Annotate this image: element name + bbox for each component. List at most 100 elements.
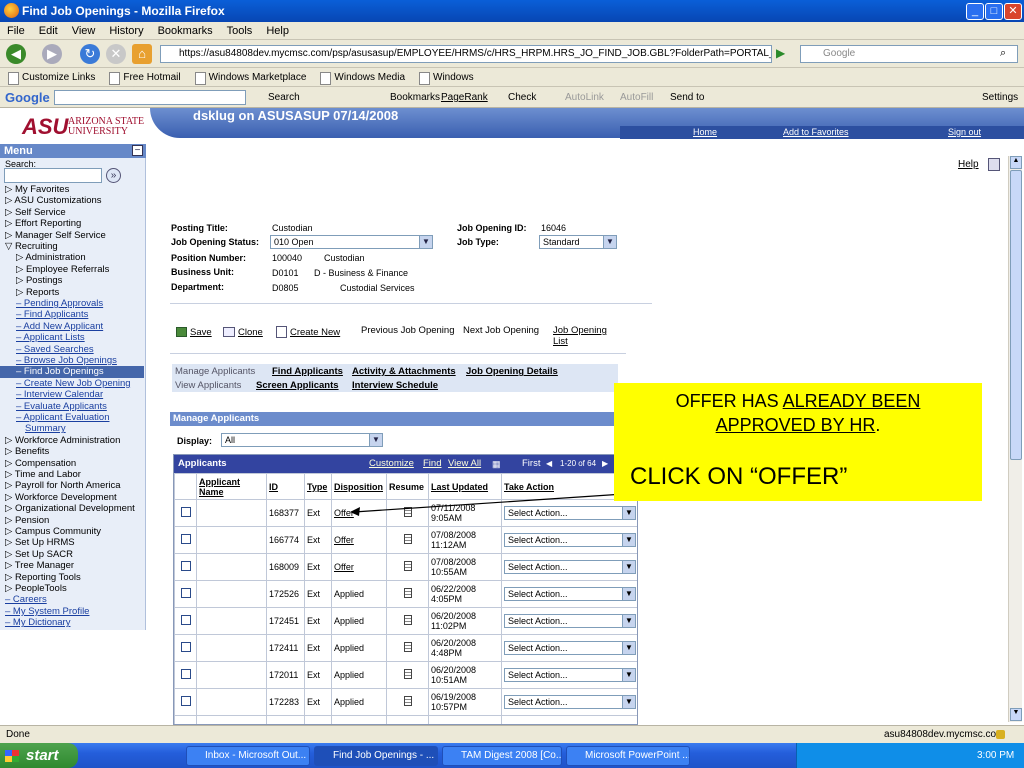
status-select[interactable]: 010 Open ▼ — [270, 235, 433, 249]
resume-icon[interactable] — [403, 696, 412, 706]
tab-find-applicants[interactable]: Find Applicants — [272, 366, 343, 377]
disposition-offer-link[interactable]: Offer — [334, 535, 354, 545]
resume-icon[interactable] — [403, 642, 412, 652]
tab-activity-attachments[interactable]: Activity & Attachments — [352, 366, 456, 377]
menu-item[interactable]: ▽ Recruiting — [5, 241, 58, 252]
menu-item[interactable]: ▷ Reporting Tools — [5, 572, 81, 583]
take-action-select[interactable]: Select Action... ▼ — [504, 614, 636, 628]
menu-item[interactable]: – My System Profile — [5, 606, 89, 617]
job-opening-list-link[interactable]: Job Opening — [553, 325, 607, 336]
menu-item[interactable]: ▷ My Favorites — [5, 184, 69, 195]
gtb-autolink-button[interactable]: AutoLink — [565, 87, 604, 108]
menu-item[interactable]: ▷ Administration — [16, 252, 86, 263]
menu-item[interactable]: ▷ Self Service — [5, 207, 66, 218]
menu-item[interactable]: ▷ Reports — [16, 287, 59, 298]
back-arrow-icon[interactable]: ◀ — [6, 44, 26, 64]
resume-icon[interactable] — [403, 615, 412, 625]
menu-item[interactable]: ▷ Pension — [5, 515, 49, 526]
tab-manage-applicants[interactable]: Manage Applicants — [175, 366, 255, 377]
gtb-settings-button[interactable]: Settings — [982, 87, 1018, 108]
applicant-name-cell[interactable] — [196, 688, 267, 716]
bookmark-free-hotmail[interactable]: Free Hotmail — [101, 68, 186, 87]
disposition-offer-link[interactable]: Offer — [334, 562, 354, 572]
applicant-name-cell[interactable] — [196, 634, 267, 662]
col-id[interactable]: ID — [266, 473, 305, 500]
find-link[interactable]: Find — [423, 455, 441, 473]
bookmark-customize-links[interactable]: Customize Links — [0, 68, 101, 87]
create-new-button[interactable]: Create New — [290, 327, 340, 338]
scroll-thumb[interactable] — [1010, 170, 1022, 460]
row-checkbox[interactable] — [180, 696, 191, 706]
menu-bookmarks[interactable]: Bookmarks — [151, 22, 220, 40]
save-icon[interactable] — [176, 327, 187, 337]
page-scrollbar[interactable]: ▲ ▼ — [1008, 156, 1022, 722]
menu-item[interactable]: ▷ Tree Manager — [5, 560, 74, 571]
clone-button[interactable]: Clone — [238, 327, 263, 338]
gtb-search-input[interactable] — [54, 90, 246, 105]
menu-edit[interactable]: Edit — [32, 22, 65, 40]
grid-icon[interactable]: ▦ — [492, 455, 501, 473]
job-opening-list-link-2[interactable]: List — [553, 336, 568, 347]
menu-item[interactable]: ▷ Set Up SACR — [5, 549, 73, 560]
menu-item[interactable]: ▷ Effort Reporting — [5, 218, 81, 229]
tab-job-opening-details[interactable]: Job Opening Details — [466, 366, 558, 377]
task-tam-digest[interactable]: TAM Digest 2008 [Co... — [442, 746, 562, 766]
menu-item[interactable]: – Interview Calendar — [16, 389, 103, 400]
menu-item[interactable]: ▷ Organizational Development — [5, 503, 135, 514]
minimize-button[interactable]: _ — [966, 3, 984, 20]
row-checkbox[interactable] — [180, 534, 191, 544]
menu-view[interactable]: View — [65, 22, 103, 40]
menu-item[interactable]: ▷ Workforce Development — [5, 492, 117, 503]
add-favorites-link[interactable]: Add to Favorites — [783, 126, 849, 139]
first-link[interactable]: First — [522, 455, 540, 473]
search-icon[interactable]: ⌕ — [1000, 47, 1006, 60]
forward-arrow-icon[interactable]: ▶ — [42, 44, 62, 64]
resume-icon[interactable] — [403, 561, 412, 571]
menu-item[interactable]: – Saved Searches — [16, 344, 94, 355]
menu-item[interactable]: ▷ Manager Self Service — [5, 230, 106, 241]
resume-icon[interactable] — [403, 588, 412, 598]
menu-item[interactable]: Summary — [25, 423, 66, 434]
menu-help[interactable]: Help — [259, 22, 296, 40]
go-arrow-icon[interactable]: ▶ — [776, 46, 785, 60]
menu-search-go-button[interactable]: » — [106, 168, 121, 183]
display-select[interactable]: All ▼ — [221, 433, 383, 447]
applicant-name-cell[interactable] — [196, 499, 267, 527]
customize-link[interactable]: Customize — [369, 455, 414, 473]
applicant-name-cell[interactable] — [196, 607, 267, 635]
menu-item[interactable]: – Applicant Lists — [16, 332, 85, 343]
menu-item[interactable]: ▷ Set Up HRMS — [5, 537, 75, 548]
gtb-sendto-button[interactable]: Send to — [670, 87, 704, 108]
bookmark-windows-media[interactable]: Windows Media — [312, 68, 411, 87]
next-page-icon[interactable]: ▶ — [602, 455, 608, 473]
menu-item[interactable]: ▷ Payroll for North America — [5, 480, 121, 491]
scroll-down-icon[interactable]: ▼ — [1010, 708, 1022, 721]
menu-history[interactable]: History — [102, 22, 150, 40]
row-checkbox[interactable] — [180, 507, 191, 517]
menu-collapse-button[interactable]: − — [132, 145, 143, 156]
menu-search-input[interactable] — [4, 168, 102, 183]
applicant-name-cell[interactable] — [196, 661, 267, 689]
maximize-button[interactable]: □ — [985, 3, 1003, 20]
row-checkbox[interactable] — [180, 615, 191, 625]
previous-job-opening-link[interactable]: Previous Job Opening — [361, 325, 454, 336]
bookmark-windows-marketplace[interactable]: Windows Marketplace — [187, 68, 313, 87]
create-new-icon[interactable] — [276, 326, 287, 338]
clone-icon[interactable] — [223, 327, 235, 337]
gtb-autofill-button[interactable]: AutoFill — [620, 87, 653, 108]
menu-item[interactable]: – Applicant Evaluation — [16, 412, 109, 423]
sign-out-link[interactable]: Sign out — [948, 126, 981, 139]
home-link[interactable]: Home — [693, 126, 717, 139]
col-applicant-name[interactable]: Applicant Name — [196, 473, 267, 500]
menu-item[interactable]: – Browse Job Openings — [16, 355, 117, 366]
home-icon[interactable]: ⌂ — [132, 44, 152, 64]
row-checkbox[interactable] — [180, 561, 191, 571]
menu-item[interactable]: – Find Job Openings — [0, 366, 144, 379]
menu-item[interactable]: ▷ Campus Community — [5, 526, 101, 537]
menu-item[interactable]: ▷ Workforce Administration — [5, 435, 120, 446]
menu-tools[interactable]: Tools — [220, 22, 260, 40]
task-inbox-outlook[interactable]: Inbox - Microsoft Out... — [186, 746, 310, 766]
url-bar[interactable]: https://asu84808dev.mycmsc.com/psp/asusa… — [160, 45, 772, 63]
applicant-name-cell[interactable] — [196, 526, 267, 554]
search-input[interactable]: Google — [800, 45, 1018, 63]
